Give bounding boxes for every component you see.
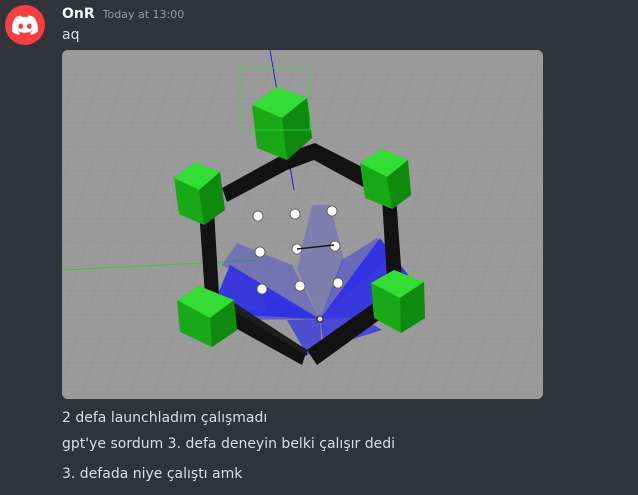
message-header: OnR Today at 13:00	[62, 6, 184, 24]
username[interactable]: OnR	[62, 6, 95, 22]
timestamp[interactable]: Today at 13:00	[103, 8, 185, 21]
avatar[interactable]	[5, 5, 45, 45]
message-line-2: 2 defa launchladım çalışmadı	[62, 410, 268, 426]
discord-logo-icon	[12, 15, 38, 35]
gazebo-simulation-screenshot	[62, 50, 543, 399]
message-line-1: aq	[62, 27, 80, 43]
message-line-4: 3. defada niye çalıştı amk	[62, 466, 243, 482]
message-line-3: gpt'ye sordum 3. defa deneyin belki çalı…	[62, 436, 395, 452]
image-attachment[interactable]	[62, 50, 543, 399]
robot-marker	[316, 315, 324, 323]
